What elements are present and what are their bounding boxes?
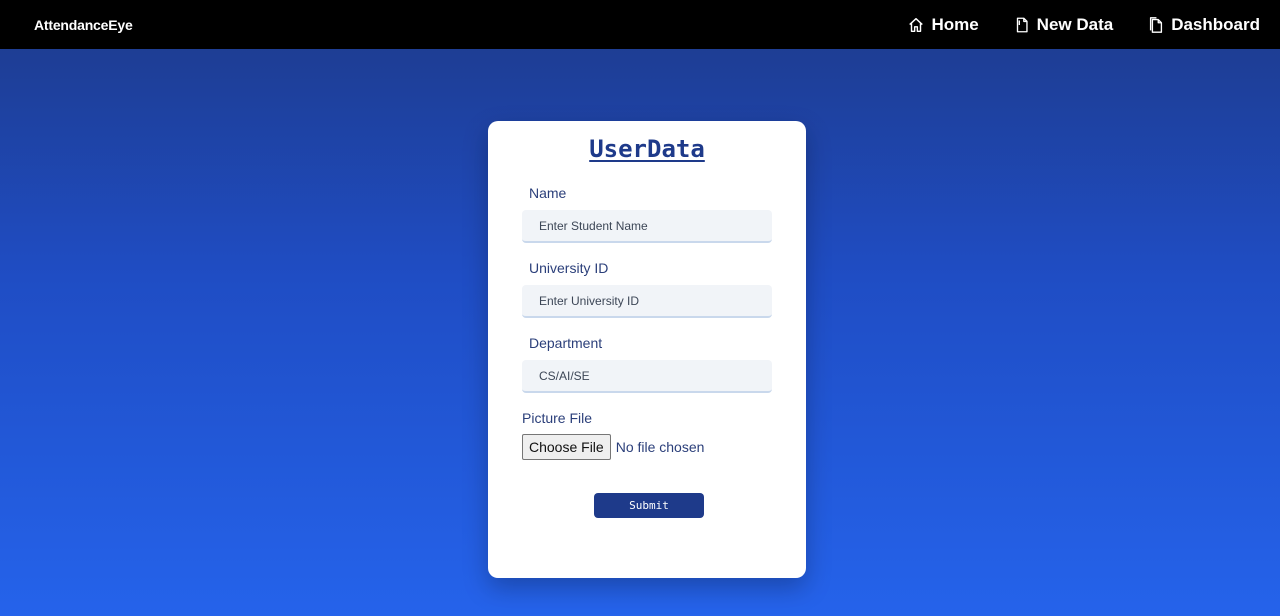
form-title: UserData	[589, 135, 705, 163]
department-label: Department	[529, 335, 603, 351]
nav-links: Home New Data Dashboard	[907, 15, 1260, 35]
file-picker: Choose File No file chosen	[522, 434, 704, 460]
brand-logo[interactable]: AttendanceEye	[34, 17, 133, 33]
picture-file-label: Picture File	[522, 410, 593, 426]
nav-new-data-label: New Data	[1036, 14, 1114, 34]
nav-home-label: Home	[931, 14, 979, 34]
user-data-form: UserData Name University ID Department P…	[488, 121, 806, 578]
submit-button[interactable]: Submit	[594, 493, 704, 518]
nav-new-data[interactable]: New Data	[1013, 14, 1114, 35]
documents-icon	[1147, 16, 1165, 34]
department-input[interactable]	[522, 360, 772, 393]
choose-file-button[interactable]: Choose File	[522, 434, 611, 460]
document-icon	[1013, 16, 1031, 34]
nav-home[interactable]: Home	[907, 14, 979, 35]
name-input[interactable]	[522, 210, 772, 243]
file-status-text: No file chosen	[615, 439, 705, 455]
home-icon	[907, 16, 925, 34]
top-navbar: AttendanceEye Home New Data Dashboard	[0, 0, 1280, 49]
university-id-input[interactable]	[522, 285, 772, 318]
nav-dashboard-label: Dashboard	[1171, 14, 1260, 34]
nav-dashboard[interactable]: Dashboard	[1147, 15, 1260, 35]
university-id-label: University ID	[529, 260, 609, 276]
name-label: Name	[529, 185, 567, 201]
